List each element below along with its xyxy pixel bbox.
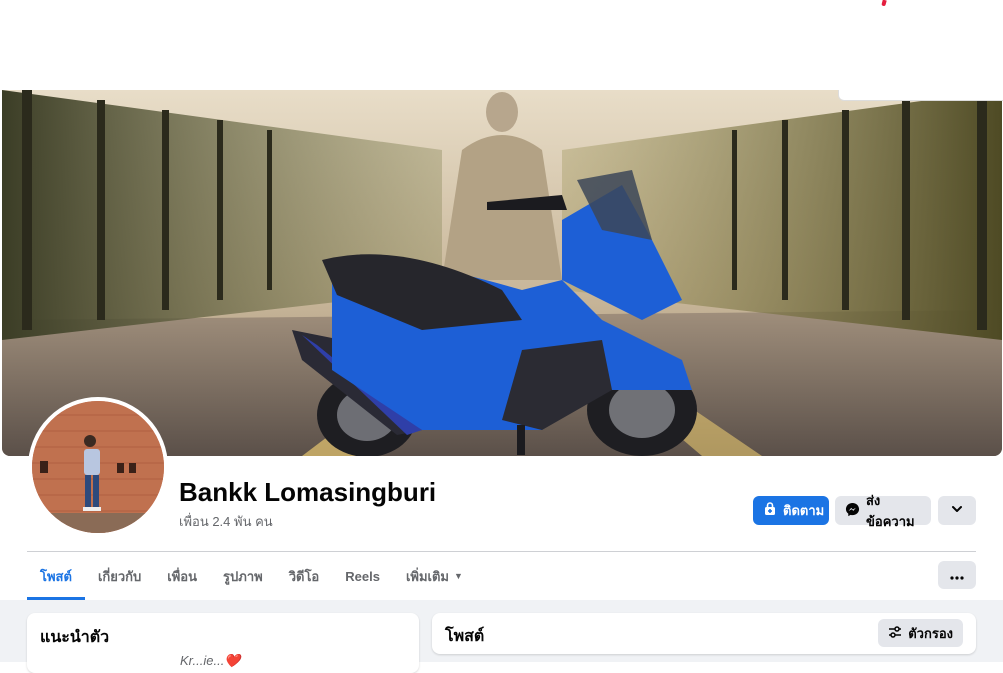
filter-sliders-icon: [888, 625, 902, 641]
chevron-down-icon: [951, 503, 963, 518]
tab-photos[interactable]: รูปภาพ: [210, 552, 276, 600]
profile-name: Bankk Lomasingburi: [179, 477, 437, 507]
tab-reels[interactable]: Reels: [332, 552, 393, 600]
tab-friends[interactable]: เพื่อน: [154, 552, 210, 600]
follow-button[interactable]: ติดตาม: [753, 496, 829, 525]
tab-about[interactable]: เกี่ยวกับ: [85, 552, 154, 600]
tab-label: วิดีโอ: [288, 568, 320, 584]
tab-label: เกี่ยวกับ: [97, 568, 142, 584]
intro-card: แนะนำตัว Kr...ie...❤️: [27, 613, 419, 673]
tab-label: Reels: [345, 568, 380, 584]
posts-title: โพสต์: [445, 628, 485, 645]
messenger-icon: [845, 502, 860, 520]
lock-plus-icon: [763, 502, 777, 519]
tab-videos[interactable]: วิดีโอ: [276, 552, 333, 600]
follow-label: ติดตาม: [783, 503, 825, 518]
tab-label: เพื่อน: [167, 568, 198, 584]
intro-bio: Kr...ie...❤️: [180, 653, 241, 668]
cover-photo[interactable]: [2, 90, 1002, 456]
tab-label: เพิ่มเติม: [405, 568, 449, 584]
tab-more[interactable]: เพิ่มเติม ▼: [393, 552, 476, 600]
posts-card: โพสต์ ตัวกรอง: [432, 613, 976, 654]
cover-edit-tab[interactable]: [838, 90, 1003, 101]
friend-count[interactable]: เพื่อน 2.4 พัน คน: [179, 511, 273, 532]
tab-label: รูปภาพ: [223, 568, 263, 584]
profile-avatar[interactable]: [28, 397, 168, 537]
tab-label: โพสต์: [40, 568, 72, 584]
tab-posts[interactable]: โพสต์: [27, 552, 85, 600]
notification-dot: [881, 0, 887, 7]
message-button[interactable]: ส่งข้อความ: [835, 493, 931, 529]
message-label: ส่งข้อความ: [866, 492, 915, 529]
avatar-image: [32, 401, 164, 533]
more-dots-icon: [950, 567, 964, 583]
profile-tabs: โพสต์ เกี่ยวกับ เพื่อน รูปภาพ วิดีโอ Ree…: [27, 552, 476, 600]
cover-image: [2, 90, 1002, 456]
intro-title: แนะนำตัว: [40, 629, 110, 646]
caret-down-icon: ▼: [454, 571, 463, 581]
more-options-button[interactable]: [938, 561, 976, 589]
profile-options-button[interactable]: [938, 496, 976, 525]
filter-label: ตัวกรอง: [908, 625, 953, 641]
top-header: [0, 0, 1003, 90]
filter-button[interactable]: ตัวกรอง: [878, 619, 963, 647]
